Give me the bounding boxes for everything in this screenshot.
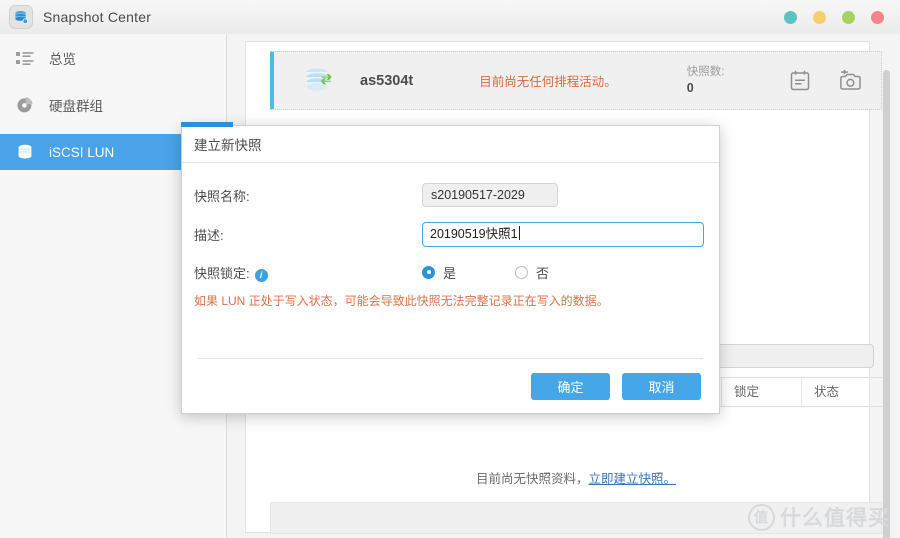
radio-yes-control[interactable] [422, 265, 435, 279]
table-column-lock[interactable]: 锁定 [722, 377, 802, 407]
lock-radio-yes[interactable]: 是 [422, 263, 456, 282]
search-input[interactable] [708, 344, 874, 368]
device-toolbar [790, 70, 862, 91]
radio-no-control[interactable] [515, 265, 529, 279]
field-row-name: 快照名称: s20190517-2029 [182, 179, 719, 211]
snapshot-lock-label: 快照锁定: [194, 265, 250, 281]
window-dot-yellow[interactable] [813, 11, 826, 24]
database-sync-icon [306, 67, 332, 91]
pie-chart-icon [14, 94, 36, 116]
main-scrollbar-thumb[interactable] [883, 70, 890, 538]
snapshot-name-field[interactable]: s20190517-2029 [422, 183, 558, 207]
radio-no-label: 否 [536, 265, 550, 281]
sidebar-item-overview[interactable]: 总览 [0, 40, 226, 76]
snapshot-count-value: 0 [686, 81, 694, 95]
info-icon[interactable]: i [254, 268, 268, 282]
snapshot-name-label: 快照名称: [194, 188, 250, 204]
dialog-body: 快照名称: s20190517-2029 描述: 20190519快照1 快照锁… [182, 163, 719, 309]
table-column-status[interactable]: 状态 [802, 377, 882, 407]
text-caret [518, 225, 520, 240]
window-dot-green[interactable] [842, 11, 855, 24]
snapshot-count-label: 快照数: [686, 66, 725, 78]
app-icon [9, 5, 33, 29]
main-scrollbar[interactable] [882, 70, 891, 538]
snapshot-center-window: Snapshot Center 总览 硬盘群组 iSCSI LUN as5304… [0, 0, 900, 538]
dialog-title: 建立新快照 [182, 126, 719, 163]
device-icon [300, 61, 340, 101]
watermark-text: 什么值得买 [780, 507, 890, 530]
snapshot-count: 快照数: 0 [687, 65, 725, 96]
create-snapshot-link[interactable]: 立即建立快照。 [589, 472, 677, 486]
dialog-divider [198, 358, 703, 359]
description-label: 描述: [194, 227, 224, 243]
empty-state-text: 目前尚无快照资料， [475, 472, 589, 486]
confirm-button[interactable]: 确定 [531, 373, 610, 400]
sidebar-item-label: 总览 [49, 52, 76, 67]
database-stack-icon [14, 10, 28, 24]
cancel-button[interactable]: 取消 [622, 373, 701, 400]
window-dot-teal[interactable] [784, 11, 797, 24]
device-schedule-status: 目前尚无任何排程活动。 [479, 75, 617, 89]
watermark-mark: 值 [748, 503, 775, 531]
field-row-lock: 快照锁定: i 是 否 [182, 256, 719, 288]
schedule-calendar-icon[interactable] [790, 70, 810, 91]
snapshot-lock-label-wrap: 快照锁定: i [194, 263, 422, 282]
description-field[interactable]: 20190519快照1 [422, 221, 704, 247]
lock-radio-no[interactable]: 否 [515, 263, 549, 282]
sidebar-item-label: 硬盘群组 [49, 99, 103, 114]
take-snapshot-camera-icon[interactable] [838, 70, 862, 91]
window-dot-red[interactable] [871, 11, 884, 24]
empty-state: 目前尚无快照资料，立即建立快照。 [270, 468, 882, 487]
lock-warning-text: 如果 LUN 正处于写入状态，可能会导致此快照无法完整记录正在写入的数据。 [194, 294, 609, 308]
sidebar-item-label: iSCSI LUN [49, 144, 115, 160]
list-overview-icon [14, 47, 36, 69]
description-value: 20190519快照1 [430, 226, 518, 241]
watermark: 值 什么值得买 [748, 502, 890, 532]
window-titlebar: Snapshot Center [0, 0, 900, 35]
window-controls [784, 11, 884, 24]
create-snapshot-dialog: 建立新快照 快照名称: s20190517-2029 描述: 20190519快… [181, 122, 720, 414]
app-title: Snapshot Center [43, 9, 152, 25]
device-summary-header: as5304t 目前尚无任何排程活动。 快照数: 0 [270, 51, 882, 110]
device-name: as5304t [360, 72, 414, 89]
dialog-actions: 确定 取消 [531, 373, 701, 400]
sidebar-item-disk-group[interactable]: 硬盘群组 [0, 87, 226, 123]
device-accent-bar [270, 52, 274, 109]
radio-yes-label: 是 [443, 265, 457, 281]
dialog-accent-tab [181, 122, 233, 127]
field-row-description: 描述: 20190519快照1 [182, 218, 719, 250]
database-stack-icon [14, 141, 36, 163]
